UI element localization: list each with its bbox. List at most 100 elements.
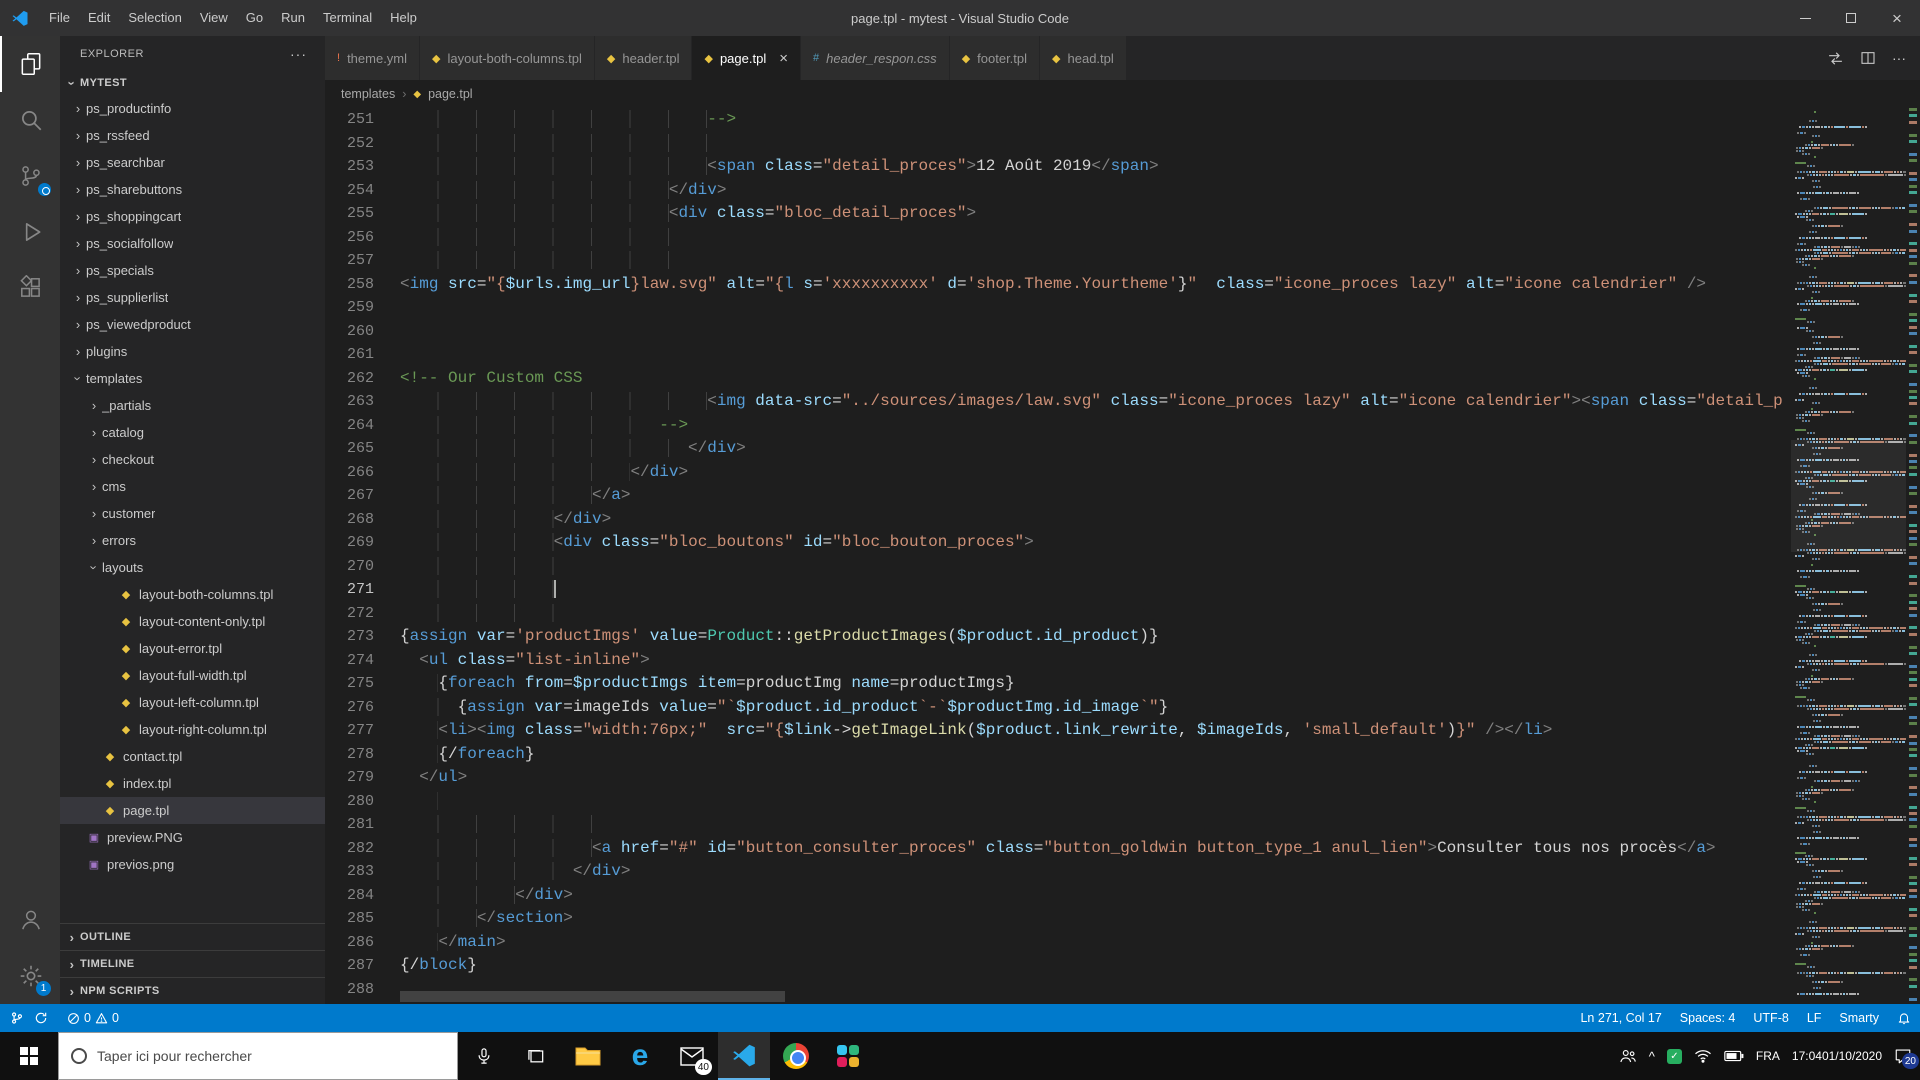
menu-file[interactable]: File <box>40 0 79 36</box>
close-button[interactable]: × <box>1874 0 1920 36</box>
source-control-icon[interactable] <box>0 148 60 204</box>
encoding-setting[interactable]: UTF-8 <box>1744 1011 1797 1025</box>
keyboard-language[interactable]: FRA <box>1756 1049 1780 1063</box>
close-tab-icon[interactable]: × <box>779 50 788 67</box>
battery-icon[interactable] <box>1724 1050 1744 1062</box>
code-line[interactable]: 276 {assign var=imageIds value="`$produc… <box>325 696 1791 720</box>
taskbar-clock[interactable]: 17:04 01/10/2020 <box>1792 1049 1882 1064</box>
code-line[interactable]: 271 <box>325 578 1791 602</box>
tab-head.tpl[interactable]: ◆ head.tpl <box>1040 36 1127 80</box>
tree-item-layout-content-only.tpl[interactable]: ◆ layout-content-only.tpl <box>60 608 325 635</box>
code-line[interactable]: 283 </div> <box>325 860 1791 884</box>
tree-item-contact.tpl[interactable]: ◆ contact.tpl <box>60 743 325 770</box>
panel-npm-scripts[interactable]: › NPM SCRIPTS <box>60 977 325 1004</box>
explorer-icon[interactable] <box>0 36 60 92</box>
code-line[interactable]: 266 </div> <box>325 461 1791 485</box>
minimap[interactable] <box>1791 108 1906 1004</box>
edge-browser-icon[interactable]: e <box>614 1032 666 1080</box>
tab-header.tpl[interactable]: ◆ header.tpl <box>594 36 693 80</box>
tree-item-errors[interactable]: › errors <box>60 527 325 554</box>
tree-item-previos.png[interactable]: ▣ previos.png <box>60 851 325 878</box>
extensions-icon[interactable] <box>0 260 60 316</box>
overview-ruler[interactable] <box>1906 108 1920 1004</box>
code-line[interactable]: 261 <box>325 343 1791 367</box>
code-line[interactable]: 263 <img data-src="../sources/images/law… <box>325 390 1791 414</box>
breadcrumb-item[interactable]: page.tpl <box>428 87 472 101</box>
tree-item-ps_productinfo[interactable]: › ps_productinfo <box>60 95 325 122</box>
code-line[interactable]: 280 <box>325 790 1791 814</box>
code-line[interactable]: 264 --> <box>325 414 1791 438</box>
code-line[interactable]: 259 <box>325 296 1791 320</box>
chrome-browser-icon[interactable] <box>770 1032 822 1080</box>
code-line[interactable]: 253 <span class="detail_proces">12 Août … <box>325 155 1791 179</box>
code-line[interactable]: 282 <a href="#" id="button_consulter_pro… <box>325 837 1791 861</box>
vscode-taskbar-icon[interactable] <box>718 1032 770 1080</box>
tree-item-index.tpl[interactable]: ◆ index.tpl <box>60 770 325 797</box>
code-line[interactable]: 286 </main> <box>325 931 1791 955</box>
tree-item-layout-both-columns.tpl[interactable]: ◆ layout-both-columns.tpl <box>60 581 325 608</box>
tab-header_respon.css[interactable]: # header_respon.css <box>800 36 950 80</box>
code-line[interactable]: 267 </a> <box>325 484 1791 508</box>
code-line[interactable]: 252 <box>325 132 1791 156</box>
notifications-bell-icon[interactable] <box>1888 1011 1920 1025</box>
code-line[interactable]: 262 <!-- Our Custom CSS <box>325 367 1791 391</box>
code-line[interactable]: 277 <li><img class="width:76px;" src="{$… <box>325 719 1791 743</box>
tree-item-ps_sharebuttons[interactable]: › ps_sharebuttons <box>60 176 325 203</box>
code-line[interactable]: 274 <ul class="list-inline"> <box>325 649 1791 673</box>
tree-item-ps_searchbar[interactable]: › ps_searchbar <box>60 149 325 176</box>
open-changes-icon[interactable] <box>1827 50 1844 67</box>
tree-item-customer[interactable]: › customer <box>60 500 325 527</box>
code-line[interactable]: 254 </div> <box>325 179 1791 203</box>
language-mode[interactable]: Smarty <box>1830 1011 1888 1025</box>
start-button[interactable] <box>0 1032 58 1080</box>
menu-selection[interactable]: Selection <box>119 0 190 36</box>
minimize-button[interactable] <box>1782 0 1828 36</box>
menu-run[interactable]: Run <box>272 0 314 36</box>
tree-item-templates[interactable]: › templates <box>60 365 325 392</box>
tree-item-layout-full-width.tpl[interactable]: ◆ layout-full-width.tpl <box>60 662 325 689</box>
code-line[interactable]: 273 {assign var='productImgs' value=Produ… <box>325 625 1791 649</box>
minimap-slider[interactable] <box>1791 439 1906 552</box>
breadcrumb-item[interactable]: templates <box>341 87 395 101</box>
workspace-header[interactable]: › MYTEST <box>60 71 325 95</box>
menu-terminal[interactable]: Terminal <box>314 0 381 36</box>
run-debug-icon[interactable] <box>0 204 60 260</box>
code-line[interactable]: 281 <box>325 813 1791 837</box>
security-shield-icon[interactable]: ✓ <box>1666 1048 1682 1064</box>
tree-item-checkout[interactable]: › checkout <box>60 446 325 473</box>
tree-item-plugins[interactable]: › plugins <box>60 338 325 365</box>
tree-item-ps_viewedproduct[interactable]: › ps_viewedproduct <box>60 311 325 338</box>
code-line[interactable]: 287 {/block} <box>325 954 1791 978</box>
account-icon[interactable] <box>0 892 60 948</box>
network-wifi-icon[interactable] <box>1694 1049 1712 1063</box>
code-line[interactable]: 257 <box>325 249 1791 273</box>
cursor-position[interactable]: Ln 271, Col 17 <box>1571 1011 1670 1025</box>
indentation-setting[interactable]: Spaces: 4 <box>1671 1011 1745 1025</box>
notification-center-icon[interactable]: 20 <box>1894 1047 1919 1069</box>
microphone-button[interactable] <box>458 1032 510 1080</box>
menu-view[interactable]: View <box>191 0 237 36</box>
problems-indicator[interactable]: 0 0 <box>58 1011 128 1025</box>
code-line[interactable]: 258 <img src="{$urls.img_url}law.svg" alt… <box>325 273 1791 297</box>
task-view-button[interactable] <box>510 1032 562 1080</box>
mail-app-icon[interactable]: 40 <box>666 1032 718 1080</box>
code-line[interactable]: 275 {foreach from=$productImgs item=prod… <box>325 672 1791 696</box>
code-line[interactable]: 272 <box>325 602 1791 626</box>
menu-help[interactable]: Help <box>381 0 426 36</box>
code-line[interactable]: 260 <box>325 320 1791 344</box>
tree-item-ps_supplierlist[interactable]: › ps_supplierlist <box>60 284 325 311</box>
tab-page.tpl[interactable]: ◆ page.tpl × <box>692 36 801 80</box>
sync-icon[interactable] <box>34 1011 48 1025</box>
code-line[interactable]: 255 <div class="bloc_detail_proces"> <box>325 202 1791 226</box>
taskbar-search-input[interactable]: Taper ici pour rechercher <box>58 1032 458 1080</box>
menu-go[interactable]: Go <box>237 0 272 36</box>
tree-item-preview.PNG[interactable]: ▣ preview.PNG <box>60 824 325 851</box>
code-line[interactable]: 279 </ul> <box>325 766 1791 790</box>
tree-item-_partials[interactable]: › _partials <box>60 392 325 419</box>
tree-item-page.tpl[interactable]: ◆ page.tpl <box>60 797 325 824</box>
horizontal-scrollbar[interactable] <box>400 991 785 1002</box>
hidden-icons-chevron[interactable]: ^ <box>1649 1049 1655 1064</box>
code-line[interactable]: 270 <box>325 555 1791 579</box>
tab-theme.yml[interactable]: ! theme.yml <box>325 36 421 80</box>
split-editor-icon[interactable] <box>1860 50 1876 66</box>
